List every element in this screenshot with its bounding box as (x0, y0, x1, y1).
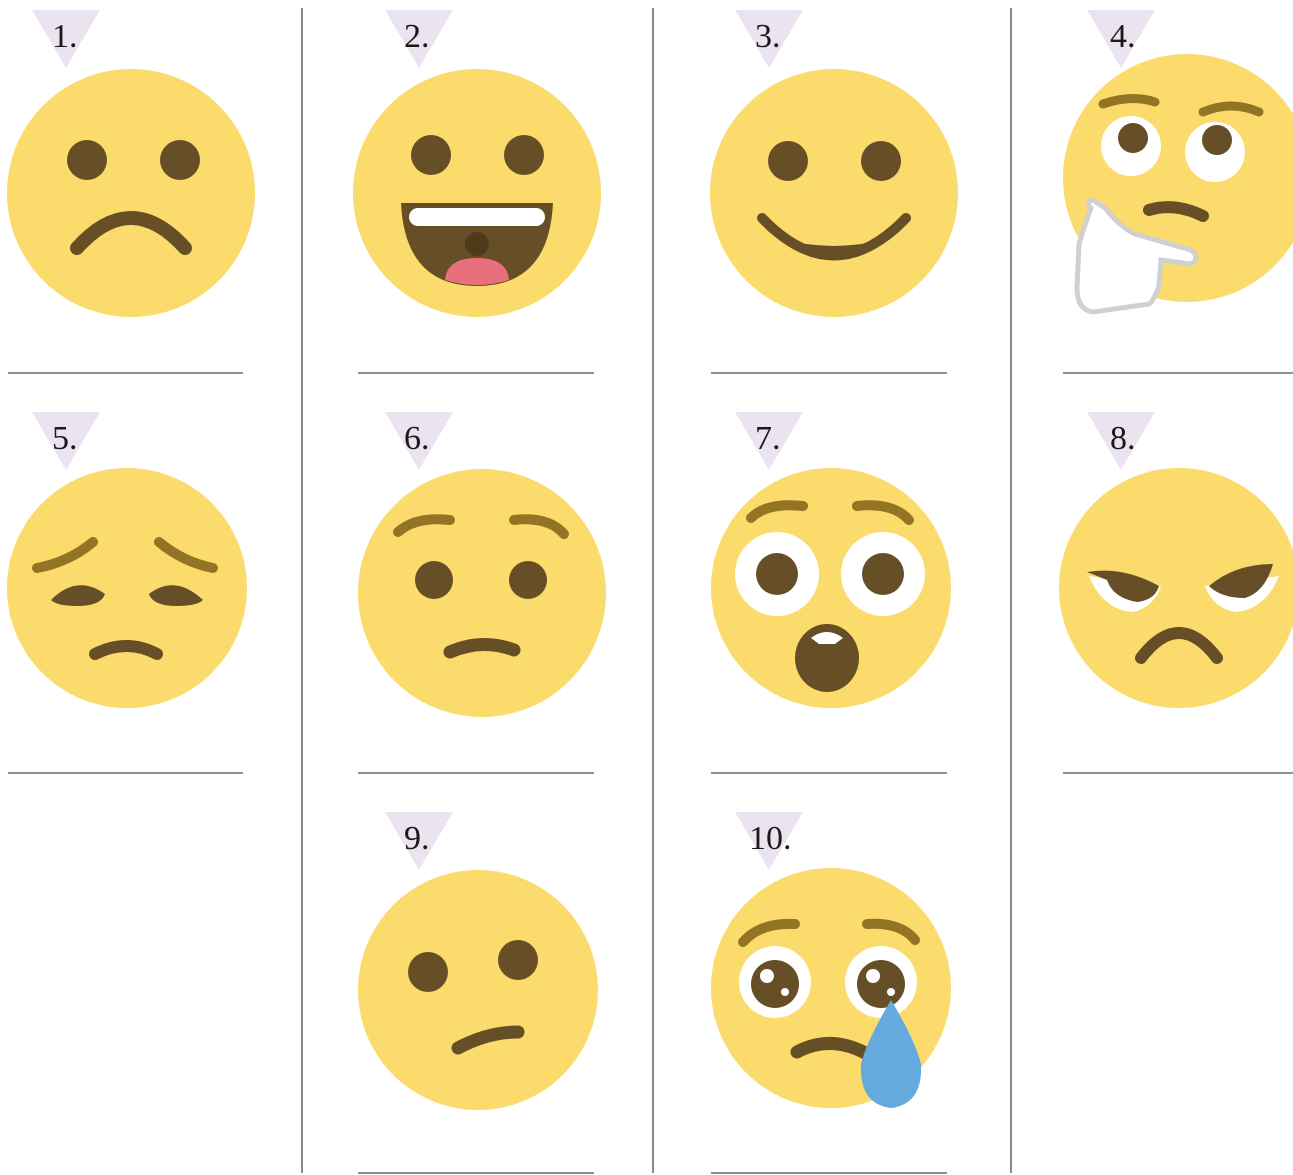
column-divider (652, 8, 654, 1173)
grinning-face-icon (353, 69, 601, 317)
answer-line[interactable] (358, 1172, 594, 1174)
item-number: 1. (52, 18, 78, 55)
angry-face-icon (1059, 468, 1293, 708)
answer-line[interactable] (711, 1172, 947, 1174)
answer-line[interactable] (711, 772, 947, 774)
item-number: 5. (52, 420, 78, 457)
answer-line[interactable] (1063, 772, 1293, 774)
smiling-face-icon (710, 69, 958, 317)
item-number: 7. (755, 420, 781, 457)
item-number: 4. (1110, 18, 1136, 55)
column-divider (301, 8, 303, 1173)
item-number: 3. (755, 18, 781, 55)
answer-line[interactable] (358, 372, 594, 374)
astonished-face-icon (711, 468, 951, 708)
worried-face-icon (358, 469, 606, 717)
item-number: 8. (1110, 420, 1136, 457)
answer-line[interactable] (711, 372, 947, 374)
item-number: 9. (404, 820, 430, 857)
disappointed-face-icon (7, 468, 247, 708)
answer-line[interactable] (8, 772, 243, 774)
answer-line[interactable] (8, 372, 243, 374)
answer-line[interactable] (1063, 372, 1293, 374)
item-number: 6. (404, 420, 430, 457)
confused-face-icon (358, 870, 598, 1110)
crying-face-icon (711, 868, 951, 1108)
frowning-face-icon (7, 69, 255, 317)
answer-line[interactable] (358, 772, 594, 774)
item-number: 2. (404, 18, 430, 55)
column-divider (1010, 8, 1012, 1173)
item-number: 10. (749, 820, 792, 857)
thinking-face-icon (1063, 54, 1293, 315)
